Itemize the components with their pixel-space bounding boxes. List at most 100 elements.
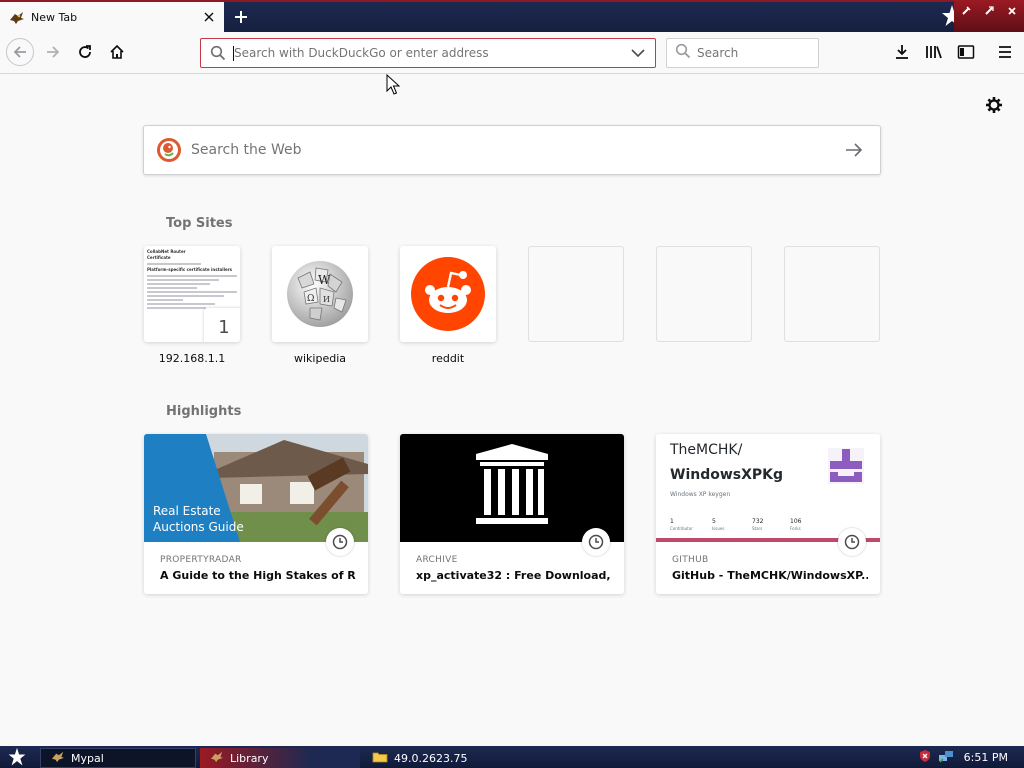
mypal-logo-icon xyxy=(51,751,65,766)
highlight-thumbnail xyxy=(400,434,624,542)
taskbar-clock: 6:51 PM xyxy=(963,750,1008,764)
gear-icon[interactable] xyxy=(983,94,1005,116)
downloads-button[interactable] xyxy=(888,38,916,66)
window-controls xyxy=(954,0,1024,32)
mypal-logo-icon xyxy=(9,10,25,24)
maximize-icon[interactable] xyxy=(982,4,996,18)
thumb-text: WindowsXPKg xyxy=(670,467,783,483)
top-site-empty[interactable] xyxy=(656,246,752,342)
start-button[interactable] xyxy=(0,746,34,768)
arrow-right-icon[interactable] xyxy=(842,138,866,162)
library-button[interactable] xyxy=(920,38,948,66)
reddit-logo-icon xyxy=(411,257,485,331)
highlight-card-propertyradar[interactable]: Real Estate Auctions Guide PROPERTYRADAR… xyxy=(144,434,368,594)
site-label: reddit xyxy=(431,352,465,365)
top-sites-heading: Top Sites xyxy=(166,216,233,231)
thumb-text: Real Estate xyxy=(153,504,221,518)
highlight-thumbnail: TheMCHK/ WindowsXPKg Windows XP keygen 1… xyxy=(656,434,880,542)
search-icon xyxy=(675,43,691,63)
wikipedia-globe-icon: Ω W И xyxy=(287,261,353,327)
highlight-source: ARCHIVE xyxy=(416,555,458,565)
new-tab-button[interactable] xyxy=(228,4,254,30)
highlight-title: xp_activate32 : Free Download, ... xyxy=(416,569,612,582)
thumb-text: TheMCHK/ xyxy=(669,442,743,458)
web-search-box[interactable] xyxy=(143,125,881,175)
back-button[interactable] xyxy=(6,38,34,66)
highlight-source: PROPERTYRADAR xyxy=(160,555,242,565)
taskbar-item-mypal[interactable]: Mypal xyxy=(40,748,196,768)
svg-text:W: W xyxy=(318,273,331,287)
highlight-card-archive[interactable]: ARCHIVE xp_activate32 : Free Download, .… xyxy=(400,434,624,594)
repo-stat: 1 xyxy=(670,518,674,525)
mouse-cursor-icon xyxy=(386,74,400,95)
taskbar-item-library[interactable]: Library xyxy=(200,748,360,768)
close-tab-icon[interactable] xyxy=(198,6,220,28)
url-bar[interactable] xyxy=(200,38,656,68)
clock-icon xyxy=(326,528,354,556)
svg-text:И: И xyxy=(323,295,330,304)
highlight-source: GITHUB xyxy=(672,555,709,565)
tab-new-tab[interactable]: New Tab xyxy=(0,2,224,32)
hamburger-menu-button[interactable] xyxy=(991,38,1019,66)
taskbar-item-label: Library xyxy=(230,751,269,765)
repo-stat-label: Stars xyxy=(752,526,762,531)
tab-strip: New Tab xyxy=(0,0,1024,32)
forward-button[interactable] xyxy=(39,38,67,66)
repo-identicon xyxy=(828,448,864,484)
empty-tile[interactable] xyxy=(528,246,624,342)
reload-button[interactable] xyxy=(71,38,99,66)
search-input[interactable] xyxy=(697,46,807,60)
tab-title: New Tab xyxy=(31,10,78,24)
repo-stat-label: Contributor xyxy=(670,526,693,531)
shield-icon[interactable] xyxy=(918,748,932,767)
site-thumbnail[interactable] xyxy=(400,246,496,342)
thumb-text: Windows XP keygen xyxy=(670,491,730,498)
mypal-logo-icon xyxy=(210,751,224,766)
repo-stat-label: Forks xyxy=(790,526,801,531)
repo-stat: 732 xyxy=(752,518,764,525)
shot-line: Platform-specific certificate installers xyxy=(147,267,233,272)
highlight-title: A Guide to the High Stakes of R... xyxy=(160,569,356,582)
top-site-router[interactable]: CollabNet Router Certificate Platform-sp… xyxy=(144,246,240,365)
clock-icon xyxy=(582,528,610,556)
top-site-empty[interactable] xyxy=(784,246,880,342)
url-input[interactable] xyxy=(234,43,627,63)
highlight-title: GitHub - TheMCHK/WindowsXP... xyxy=(672,569,868,582)
taskbar-item-label: Mypal xyxy=(71,751,104,765)
highlights-heading: Highlights xyxy=(166,404,242,419)
site-label: 192.168.1.1 xyxy=(158,352,226,365)
top-site-empty[interactable] xyxy=(528,246,624,342)
close-window-icon[interactable] xyxy=(1005,4,1019,18)
navigation-toolbar xyxy=(0,32,1024,74)
highlight-thumbnail: Real Estate Auctions Guide xyxy=(144,434,368,542)
empty-tile[interactable] xyxy=(656,246,752,342)
sidebar-button[interactable] xyxy=(952,38,980,66)
duckduckgo-logo-icon xyxy=(156,137,182,163)
chevron-down-icon[interactable] xyxy=(627,48,649,58)
site-label: wikipedia xyxy=(293,352,346,365)
taskbar: Mypal Library 49.0.2623.75 6:51 PM xyxy=(0,746,1024,768)
site-thumbnail[interactable]: Ω W И xyxy=(272,246,368,342)
minimize-icon[interactable] xyxy=(959,4,973,18)
web-search-input[interactable] xyxy=(191,142,842,158)
taskbar-item-label: 49.0.2623.75 xyxy=(394,751,468,765)
repo-stat-label: Issues xyxy=(712,526,724,531)
site-badge: 1 xyxy=(204,308,240,342)
empty-tile[interactable] xyxy=(784,246,880,342)
clock-icon xyxy=(838,528,866,556)
thumb-text: Auctions Guide xyxy=(153,520,244,534)
top-site-wikipedia[interactable]: Ω W И wikipedia xyxy=(272,246,368,365)
taskbar-item-folder[interactable]: 49.0.2623.75 xyxy=(362,748,522,768)
folder-icon xyxy=(372,751,388,766)
home-button[interactable] xyxy=(103,38,131,66)
site-thumbnail[interactable]: CollabNet Router Certificate Platform-sp… xyxy=(144,246,240,342)
search-bar[interactable] xyxy=(666,38,819,68)
network-icon[interactable] xyxy=(938,748,954,767)
top-site-reddit[interactable]: reddit xyxy=(400,246,496,365)
svg-text:Ω: Ω xyxy=(307,294,314,304)
shot-line: Certificate xyxy=(147,255,171,260)
search-icon xyxy=(210,45,226,65)
highlight-card-github[interactable]: TheMCHK/ WindowsXPKg Windows XP keygen 1… xyxy=(656,434,880,594)
repo-stat: 5 xyxy=(712,518,716,525)
system-tray: 6:51 PM xyxy=(912,746,1024,768)
